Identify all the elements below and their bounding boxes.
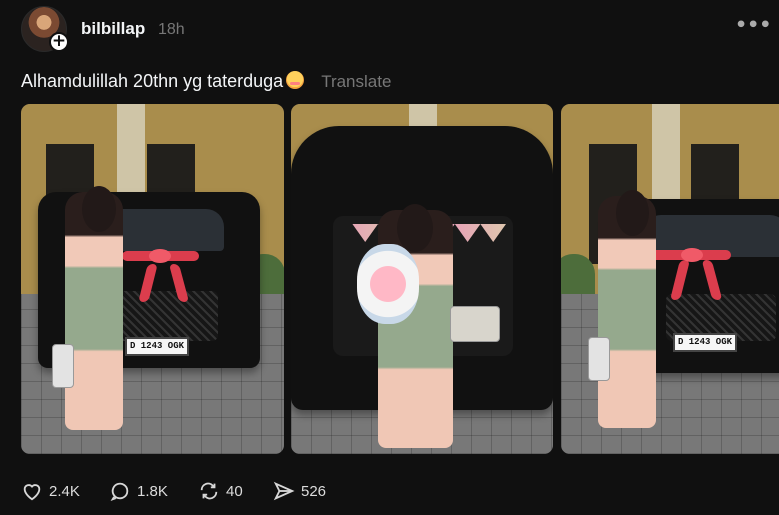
handbag (52, 344, 74, 388)
username[interactable]: bilbillap (81, 19, 145, 39)
repost-icon (200, 482, 218, 500)
photo-car-front-1[interactable]: D 1243 OGK (21, 104, 284, 454)
post-time: 18h (158, 21, 185, 38)
photo-carousel[interactable]: D 1243 OGK D 1243 OGK (21, 104, 779, 454)
license-plate: D 1243 OGK (125, 337, 189, 356)
caption-text: Alhamdulillah 20thn yg taterduga (21, 71, 284, 91)
send-icon (273, 481, 295, 501)
gift-bow-knot (681, 248, 703, 262)
post-header: + bilbillap 18h ••• (0, 0, 779, 60)
photo-car-front-2[interactable]: D 1243 OGK (561, 104, 779, 454)
like-button[interactable]: 2.4K (21, 478, 80, 504)
comment-icon (110, 482, 129, 501)
repost-count: 40 (226, 482, 243, 500)
reply-count: 1.8K (137, 482, 168, 500)
license-plate: D 1243 OGK (673, 333, 737, 352)
hair (82, 186, 116, 232)
photo-car-trunk[interactable] (291, 104, 553, 454)
emoji-blushing-face-icon (286, 71, 305, 89)
hair (397, 204, 433, 252)
translate-link[interactable]: Translate (321, 72, 391, 91)
heart-icon (23, 484, 41, 501)
like-count: 2.4K (49, 482, 80, 500)
follow-plus-icon[interactable]: + (49, 32, 69, 52)
repost-button[interactable]: 40 (198, 478, 243, 504)
handbag (588, 337, 610, 381)
flower-bouquet (357, 244, 419, 324)
hair (616, 190, 649, 236)
gift-box (450, 306, 500, 342)
post-actions: 2.4K 1.8K 40 526 (21, 478, 761, 504)
share-count: 526 (301, 482, 327, 500)
reply-button[interactable]: 1.8K (109, 478, 168, 504)
share-button[interactable]: 526 (273, 478, 326, 504)
post-caption: Alhamdulillah 20thn yg taterduga Translat… (21, 71, 391, 92)
more-horizontal-icon[interactable]: ••• (735, 15, 771, 41)
gift-bow-knot (149, 249, 171, 263)
